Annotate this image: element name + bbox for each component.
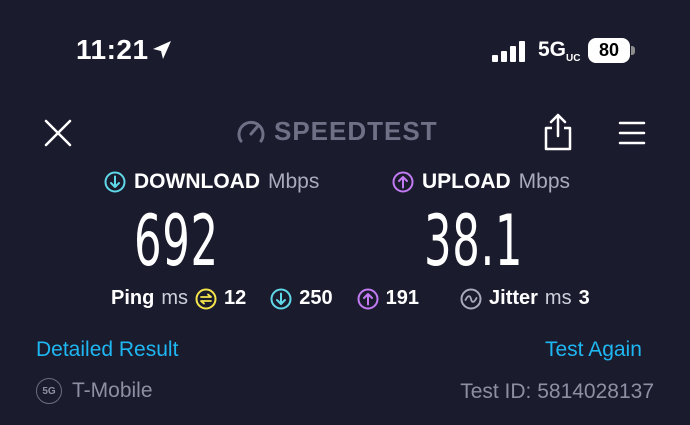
brand-text: SPEEDTEST <box>274 116 438 146</box>
download-title: DOWNLOAD <box>134 170 260 193</box>
jitter-unit: ms <box>544 287 572 309</box>
network-type: 5GUC <box>538 38 581 65</box>
location-arrow-icon <box>153 41 171 59</box>
speedometer-icon <box>237 120 265 142</box>
ping-upload-icon <box>357 288 379 309</box>
upload-label: UPLOAD Mbps <box>392 170 570 194</box>
menu-icon[interactable] <box>618 120 646 146</box>
jitter-label: Jitter <box>489 287 538 309</box>
close-icon[interactable] <box>40 115 76 151</box>
battery-tip <box>631 46 635 55</box>
provider-info: 5G T-Mobile <box>36 378 153 404</box>
download-label: DOWNLOAD Mbps <box>104 170 319 194</box>
test-again-link[interactable]: Test Again <box>545 338 642 362</box>
signal-icon <box>492 40 526 62</box>
jitter-icon <box>460 288 482 309</box>
idle-ping-icon <box>195 288 217 309</box>
ping-unit: ms <box>161 287 189 309</box>
jitter-value: 3 <box>578 287 590 309</box>
test-id: Test ID: 5814028137 <box>460 380 654 403</box>
upload-unit: Mbps <box>518 170 571 193</box>
ping-download-value: 250 <box>299 287 333 309</box>
detailed-result-link[interactable]: Detailed Result <box>36 338 178 362</box>
upload-title: UPLOAD <box>422 170 511 193</box>
5g-badge-icon: 5G <box>36 378 62 404</box>
battery-icon: 80 <box>588 38 630 63</box>
ping-upload-value: 191 <box>385 287 420 309</box>
download-value: 692 <box>134 200 219 282</box>
ping-label: Ping <box>111 287 155 309</box>
download-unit: Mbps <box>267 170 320 193</box>
ping-idle-value: 12 <box>224 287 247 309</box>
provider-name: T-Mobile <box>72 379 153 402</box>
share-icon[interactable] <box>542 112 574 152</box>
upload-icon <box>392 171 414 193</box>
latency-row: Ping ms 12 250 191 Jitter ms 3 <box>111 287 590 310</box>
download-icon <box>104 171 126 193</box>
ping-download-icon <box>270 288 292 309</box>
speedtest-logo: SPEEDTEST <box>236 116 438 147</box>
status-time: 11:21 <box>76 34 149 65</box>
upload-value: 38.1 <box>424 200 524 282</box>
